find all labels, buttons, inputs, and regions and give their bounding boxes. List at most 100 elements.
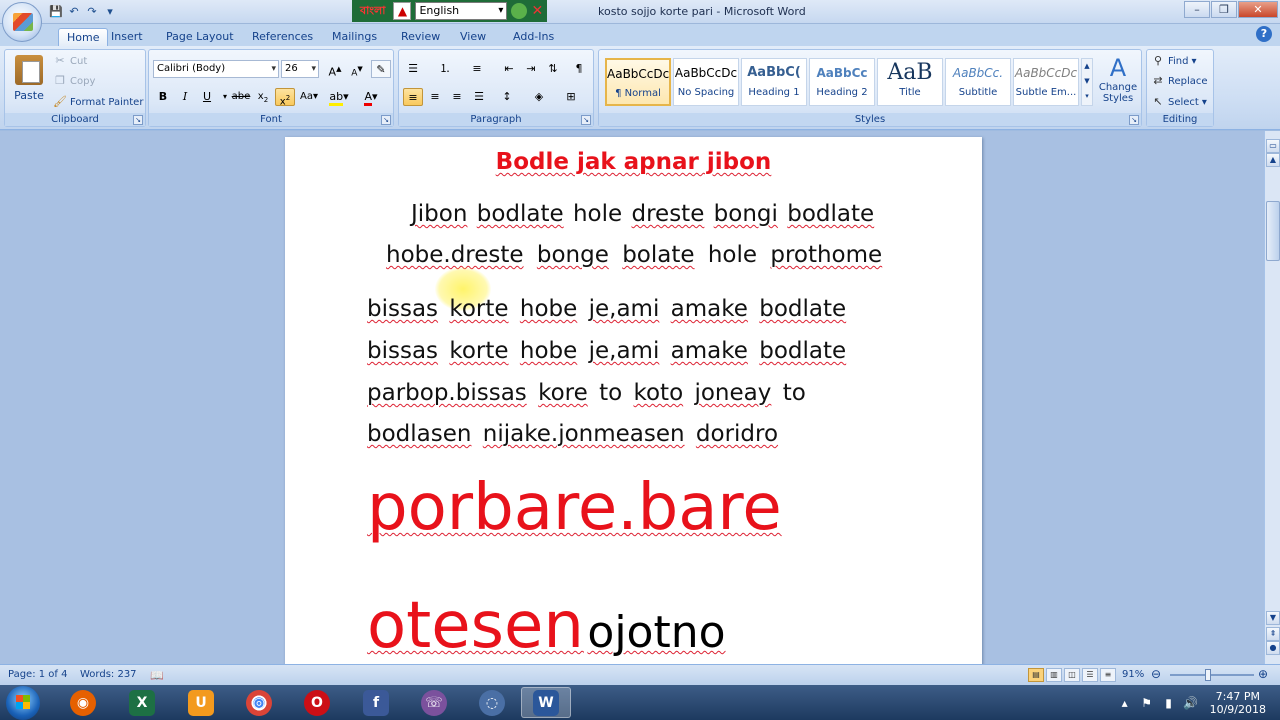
document-page[interactable]: Bodle jak apnar jibon Jibon bodlate hole… xyxy=(285,137,982,664)
tab-insert[interactable]: Insert xyxy=(103,28,151,46)
undo-icon[interactable]: ↶ xyxy=(66,4,82,20)
outline-view-icon[interactable]: ☰ xyxy=(1082,668,1098,682)
full-screen-reading-icon[interactable]: ▥ xyxy=(1046,668,1062,682)
clock[interactable]: 7:47 PM 10/9/2018 xyxy=(1210,690,1266,716)
page-count[interactable]: Page: 1 of 4 xyxy=(8,669,67,680)
tab-review[interactable]: Review xyxy=(393,28,448,46)
flag-icon[interactable]: ⚑ xyxy=(1138,696,1156,710)
pdf-icon[interactable]: ▲ xyxy=(393,2,412,20)
tab-page-layout[interactable]: Page Layout xyxy=(158,28,242,46)
zoom-slider-track[interactable] xyxy=(1170,674,1254,676)
customize-qat-icon[interactable]: ▾ xyxy=(102,4,118,20)
start-button[interactable] xyxy=(6,686,40,720)
find-button[interactable]: ⚲ Find ▾ xyxy=(1151,54,1197,68)
clipboard-launcher-icon[interactable]: ↘ xyxy=(133,115,143,125)
tab-home[interactable]: Home xyxy=(58,28,109,46)
zoom-level[interactable]: 91% xyxy=(1122,669,1144,680)
borders-icon[interactable]: ⊞ xyxy=(561,88,581,106)
taskbar-app-swirl[interactable]: ◌ xyxy=(467,687,517,718)
zoom-out-icon[interactable]: ⊖ xyxy=(1151,667,1161,681)
bold-icon[interactable]: B xyxy=(153,88,173,106)
print-layout-view-icon[interactable]: ▤ xyxy=(1028,668,1044,682)
taskbar-firefox[interactable]: ◉ xyxy=(58,687,108,718)
bullets-icon[interactable]: ☰ xyxy=(403,60,423,78)
vertical-scrollbar[interactable]: ▭ ▲ ▼ ⇞ ● xyxy=(1264,131,1280,664)
scroll-up-icon[interactable]: ▲ xyxy=(1266,153,1280,167)
font-color-icon[interactable]: A▾ xyxy=(361,88,381,106)
align-right-icon[interactable]: ≡ xyxy=(447,88,467,106)
volume-icon[interactable]: 🔊 xyxy=(1182,696,1200,710)
scroll-down-icon[interactable]: ▼ xyxy=(1266,611,1280,625)
show-formatting-icon[interactable]: ¶ xyxy=(569,60,589,78)
tab-add-ins[interactable]: Add-Ins xyxy=(505,28,562,46)
language-select[interactable]: English xyxy=(415,2,508,20)
taskbar-chrome[interactable]: ◎ xyxy=(234,687,284,718)
align-left-icon[interactable]: ≡ xyxy=(403,88,423,106)
select-button[interactable]: ↖ Select ▾ xyxy=(1151,95,1207,109)
green-status-icon[interactable] xyxy=(511,3,528,19)
strikethrough-icon[interactable]: abe xyxy=(231,88,251,106)
office-button[interactable] xyxy=(2,2,42,42)
styles-scroll-icon[interactable]: ▲ ▼ ▾ xyxy=(1081,58,1093,106)
taskbar-viber[interactable]: ☏ xyxy=(409,687,459,718)
justify-icon[interactable]: ☰ xyxy=(469,88,489,106)
numbering-icon[interactable]: ⒈ xyxy=(435,60,455,78)
underline-icon[interactable]: U xyxy=(197,88,217,106)
style-subtitle[interactable]: AaBbCc. Subtitle xyxy=(945,58,1011,106)
shading-icon[interactable]: ◈ xyxy=(529,88,549,106)
taskbar-opera[interactable]: O xyxy=(292,687,342,718)
paragraph-launcher-icon[interactable]: ↘ xyxy=(581,115,591,125)
show-hidden-icons-icon[interactable]: ▴ xyxy=(1116,696,1134,710)
grow-font-icon[interactable]: A▲ xyxy=(325,60,345,79)
proofing-icon[interactable]: 📖 xyxy=(150,669,164,682)
taskbar-uc-browser[interactable]: U xyxy=(176,687,226,718)
network-icon[interactable]: ▮ xyxy=(1160,696,1178,710)
copy-button[interactable]: ❐ Copy xyxy=(53,74,95,88)
tab-references[interactable]: References xyxy=(244,28,321,46)
restore-button[interactable]: ❐ xyxy=(1211,1,1237,18)
highlight-color-icon[interactable]: ab▾ xyxy=(329,88,349,106)
replace-button[interactable]: ⇄ Replace xyxy=(1151,74,1207,88)
tab-mailings[interactable]: Mailings xyxy=(324,28,385,46)
change-styles-button[interactable]: A Change Styles xyxy=(1097,54,1139,104)
close-button[interactable]: ✕ xyxy=(1238,1,1278,18)
change-case-icon[interactable]: Aa▾ xyxy=(299,88,319,106)
taskbar-excel[interactable]: X xyxy=(117,687,167,718)
format-painter-button[interactable]: 🖌 Format Painter xyxy=(53,95,143,109)
italic-icon[interactable]: I xyxy=(175,88,195,106)
redo-icon[interactable]: ↷ xyxy=(84,4,100,20)
font-size-select[interactable]: 26 xyxy=(281,60,319,78)
increase-indent-icon[interactable]: ⇥ xyxy=(521,60,541,78)
style-subtle-emphasis[interactable]: AaBbCcDc Subtle Em... xyxy=(1013,58,1079,106)
taskbar-facebook[interactable]: f xyxy=(351,687,401,718)
sort-icon[interactable]: ⇅ xyxy=(543,60,563,78)
style-normal[interactable]: AaBbCcDc ¶ Normal xyxy=(605,58,671,106)
previous-page-icon[interactable]: ⇞ xyxy=(1266,627,1280,641)
zoom-in-icon[interactable]: ⊕ xyxy=(1258,667,1268,681)
help-icon[interactable]: ? xyxy=(1256,26,1272,42)
save-icon[interactable]: 💾 xyxy=(48,4,64,20)
style-heading-2[interactable]: AaBbCc Heading 2 xyxy=(809,58,875,106)
scroll-thumb[interactable] xyxy=(1266,201,1280,261)
subscript-icon[interactable]: x2 xyxy=(253,88,273,106)
close-toolbar-icon[interactable]: ✕ xyxy=(531,3,543,19)
style-heading-1[interactable]: AaBbC( Heading 1 xyxy=(741,58,807,106)
clear-formatting-icon[interactable]: ✎ xyxy=(371,60,391,78)
web-layout-icon[interactable]: ◫ xyxy=(1064,668,1080,682)
line-spacing-icon[interactable]: ↕ xyxy=(497,88,517,106)
shrink-font-icon[interactable]: A▼ xyxy=(347,60,367,79)
align-center-icon[interactable]: ≡ xyxy=(425,88,445,106)
styles-launcher-icon[interactable]: ↘ xyxy=(1129,115,1139,125)
taskbar-word[interactable]: W xyxy=(521,687,571,718)
ruler-toggle-icon[interactable]: ▭ xyxy=(1266,139,1280,153)
font-launcher-icon[interactable]: ↘ xyxy=(381,115,391,125)
style-title[interactable]: AaB Title xyxy=(877,58,943,106)
browse-object-icon[interactable]: ● xyxy=(1266,641,1280,655)
style-no-spacing[interactable]: AaBbCcDc No Spacing xyxy=(673,58,739,106)
decrease-indent-icon[interactable]: ⇤ xyxy=(499,60,519,78)
tab-view[interactable]: View xyxy=(452,28,494,46)
paste-button[interactable]: Paste xyxy=(9,53,49,111)
superscript-icon[interactable]: x2 xyxy=(275,88,295,107)
word-count[interactable]: Words: 237 xyxy=(80,669,137,680)
minimize-button[interactable]: – xyxy=(1184,1,1210,18)
